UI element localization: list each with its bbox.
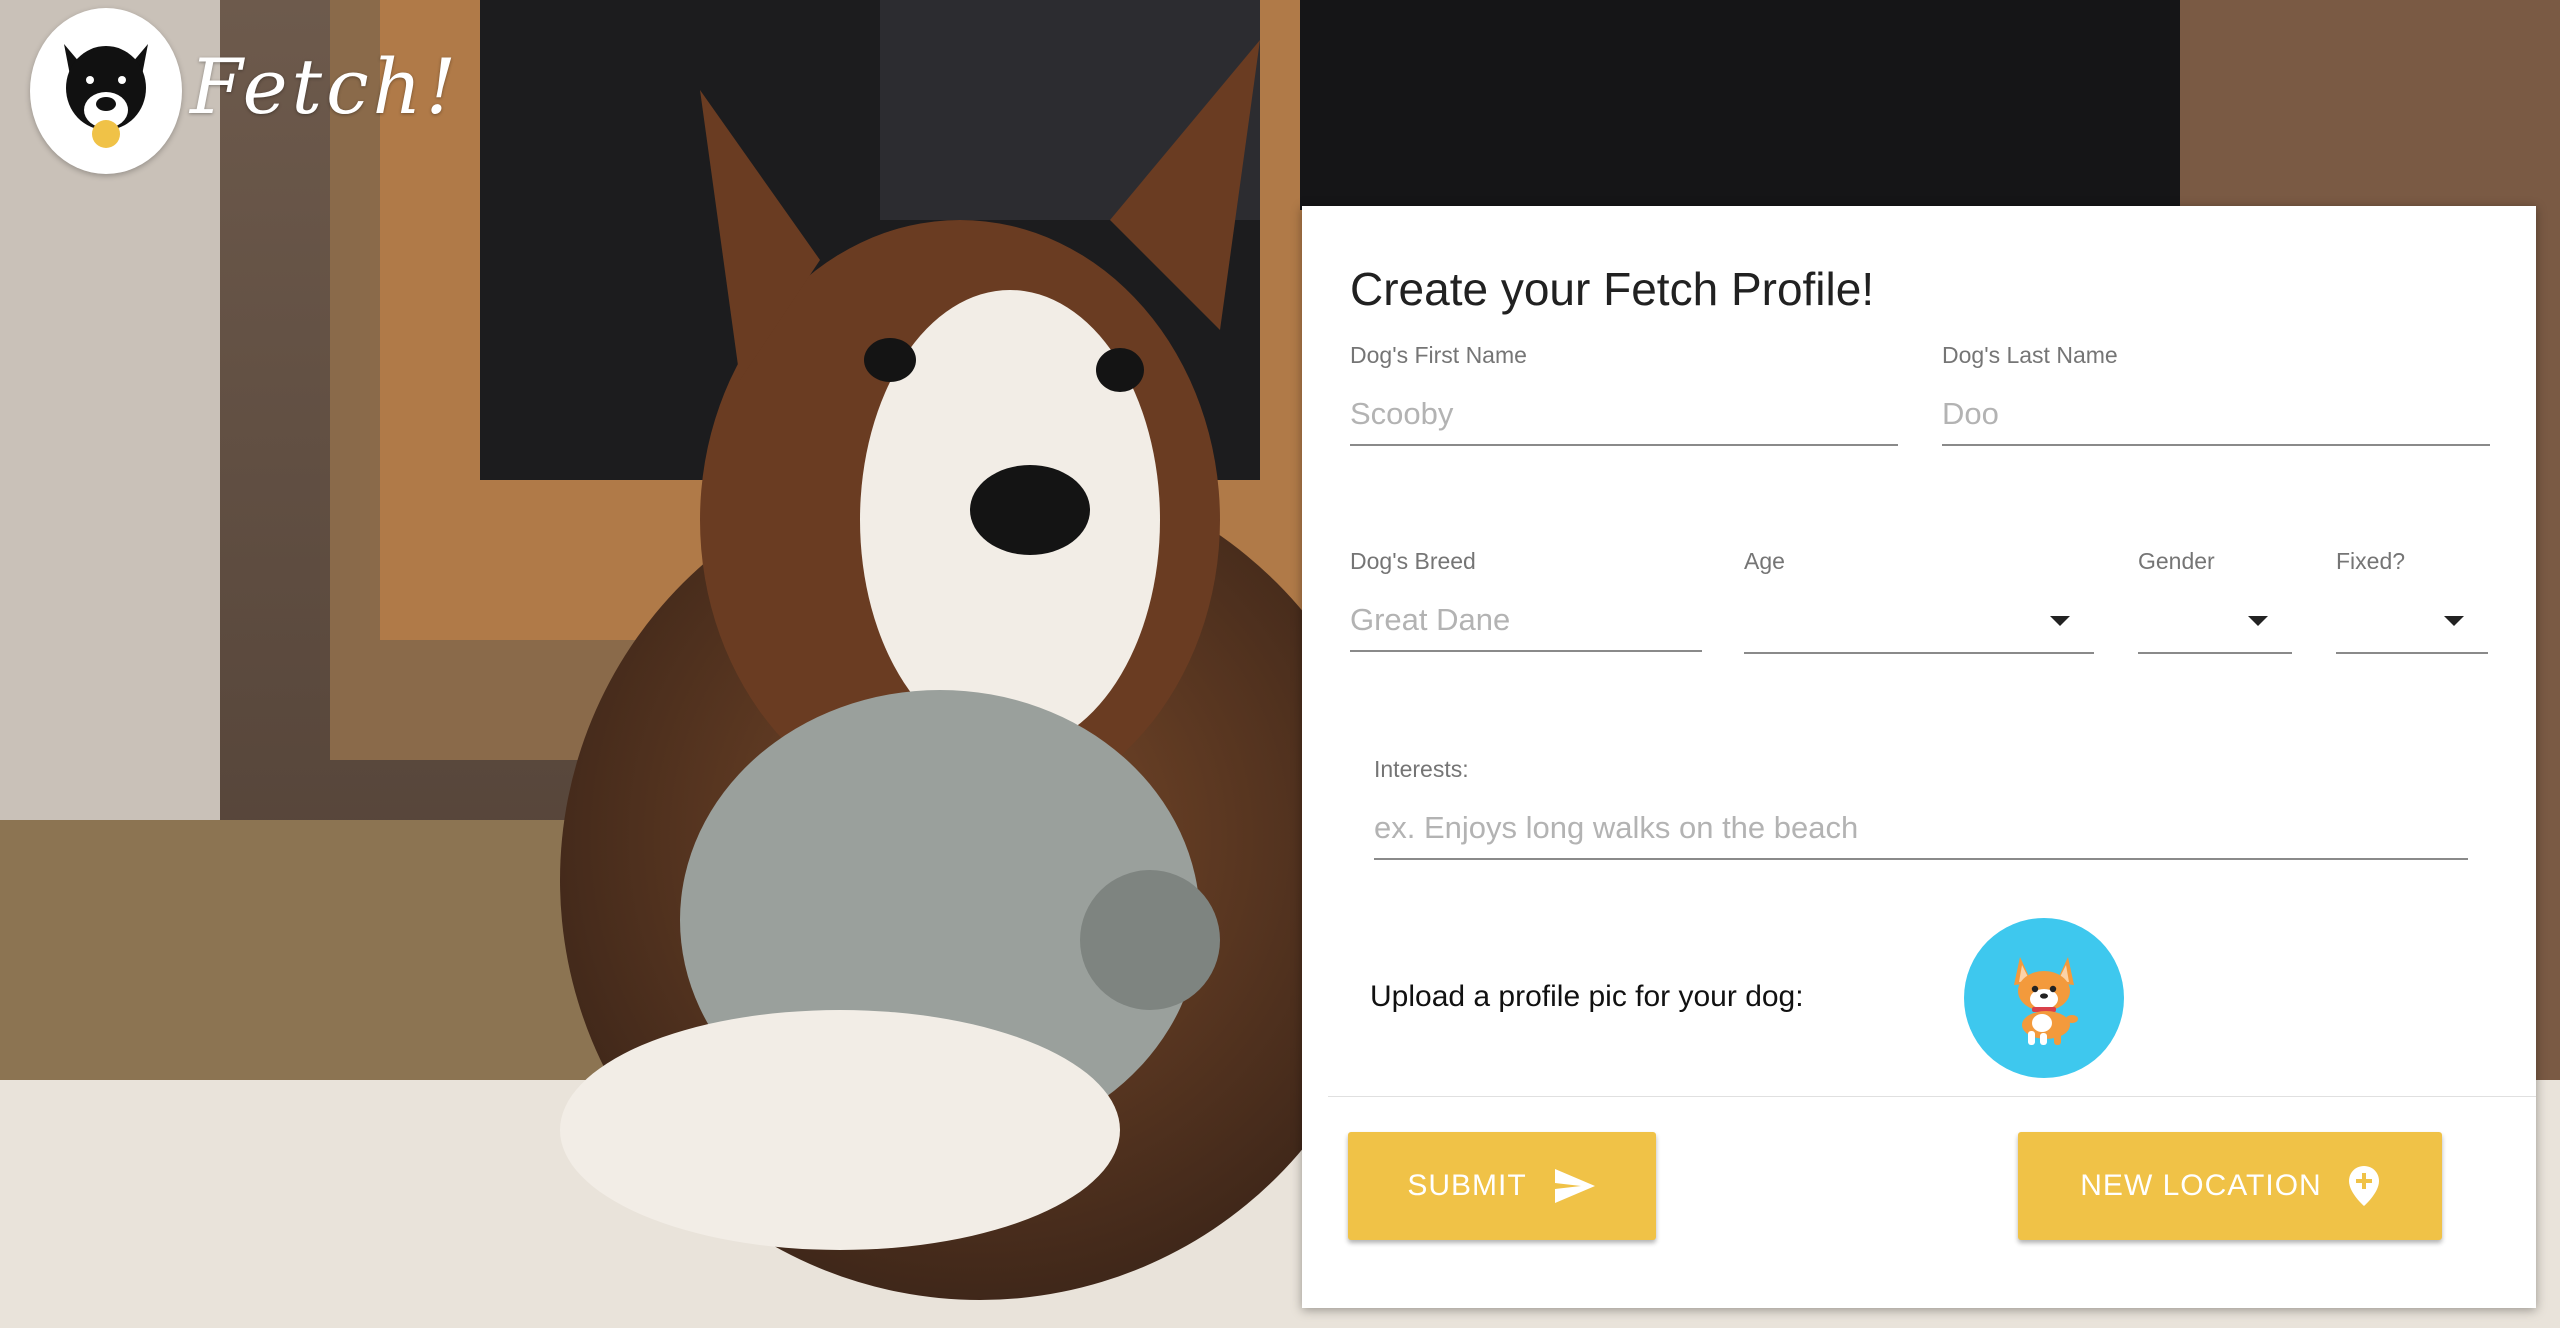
chevron-down-icon: [2248, 616, 2268, 626]
first-name-field: Dog's First Name: [1350, 342, 1898, 452]
interests-field: Interests:: [1374, 756, 2468, 866]
new-location-button[interactable]: NEW LOCATION: [2018, 1132, 2442, 1240]
add-location-icon: [2348, 1165, 2380, 1207]
gender-field: Gender: [2138, 548, 2292, 658]
gender-select[interactable]: [2138, 590, 2292, 654]
breed-input[interactable]: [1350, 590, 1702, 652]
age-label: Age: [1744, 548, 1785, 574]
last-name-input[interactable]: [1942, 384, 2490, 446]
dog-face-icon: [30, 8, 182, 174]
first-name-input[interactable]: [1350, 384, 1898, 446]
submit-label: SUBMIT: [1407, 1169, 1527, 1202]
last-name-label: Dog's Last Name: [1942, 342, 2118, 368]
brand-name: Fetch!: [190, 41, 461, 131]
age-field: Age: [1744, 548, 2094, 658]
fixed-label: Fixed?: [2336, 548, 2406, 574]
fixed-field: Fixed?: [2336, 548, 2488, 658]
upload-label: Upload a profile pic for your dog:: [1370, 980, 1804, 1013]
chevron-down-icon: [2444, 616, 2464, 626]
chevron-down-icon: [2050, 616, 2070, 626]
form-title: Create your Fetch Profile!: [1350, 263, 1875, 315]
corgi-icon: [2014, 957, 2078, 1045]
last-name-field: Dog's Last Name: [1942, 342, 2490, 452]
new-location-label: NEW LOCATION: [2080, 1169, 2322, 1202]
fixed-select[interactable]: [2336, 590, 2488, 654]
first-name-label: Dog's First Name: [1350, 342, 1527, 368]
interests-label: Interests:: [1374, 756, 1469, 782]
divider: [1328, 1096, 2536, 1097]
send-icon: [1553, 1167, 1597, 1205]
brand[interactable]: Fetch!: [30, 8, 460, 174]
age-select[interactable]: [1744, 590, 2094, 654]
gender-label: Gender: [2138, 548, 2215, 574]
submit-button[interactable]: SUBMIT: [1348, 1132, 1656, 1240]
breed-label: Dog's Breed: [1350, 548, 1476, 574]
breed-field: Dog's Breed: [1350, 548, 1702, 658]
profile-form-card: Create your Fetch Profile! Dog's First N…: [1302, 206, 2536, 1308]
app-root: Fetch! Create your Fetch Profile! Dog's …: [0, 0, 2560, 1328]
interests-input[interactable]: [1374, 798, 2468, 860]
profile-pic-upload-button[interactable]: [1964, 918, 2124, 1078]
